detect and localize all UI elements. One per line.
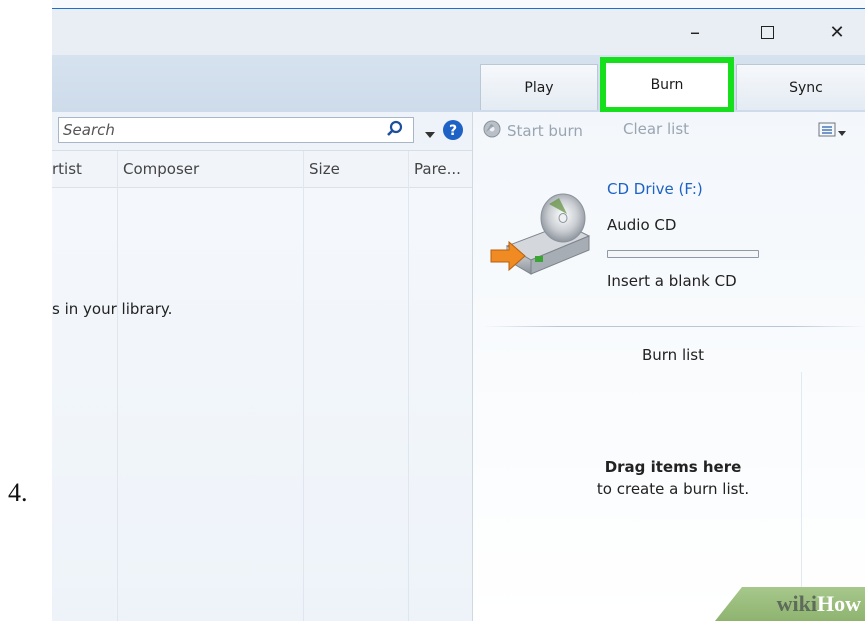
drag-items-subtitle: to create a burn list. [596, 480, 750, 498]
disc-type-label: Audio CD [607, 216, 677, 234]
burn-pane: Start burn Clear list CD Drive (F:) Audi… [472, 112, 865, 621]
burn-list-drop-zone[interactable]: Drag items here to create a burn list. [553, 458, 793, 498]
tab-burn[interactable]: Burn [600, 57, 734, 113]
library-empty-message: s in your library. [52, 300, 173, 318]
media-player-window: – ✕ Play Burn Sync Search ? rtist Compos… [52, 0, 865, 621]
tab-play[interactable]: Play [480, 64, 598, 110]
maximize-button[interactable] [747, 14, 787, 50]
burn-progress-bar [607, 250, 759, 258]
minimize-icon: – [690, 20, 700, 44]
library-column-headers: rtist Composer Size Pare... [52, 151, 472, 188]
title-bar [52, 9, 865, 55]
column-divider [117, 151, 118, 621]
list-options-button[interactable] [818, 122, 846, 141]
column-divider [303, 151, 304, 621]
cd-drive-icon [487, 184, 597, 288]
chevron-down-icon [838, 122, 846, 141]
tab-burn-label: Burn [650, 77, 684, 93]
svg-text:?: ? [449, 123, 457, 139]
watermark-how: How [817, 591, 861, 616]
drag-items-title: Drag items here [604, 458, 742, 476]
tab-sync[interactable]: Sync [736, 64, 865, 110]
pane-divider [483, 326, 865, 327]
drive-status-text: Insert a blank CD [607, 272, 737, 290]
burn-disc-icon [483, 120, 501, 142]
library-search-row: Search ? [52, 112, 472, 151]
burn-list-scroll-divider [801, 372, 802, 621]
column-header-artist[interactable]: rtist [52, 151, 114, 187]
close-button[interactable]: ✕ [817, 14, 857, 50]
clear-list-button[interactable]: Clear list [623, 120, 689, 138]
cd-drive-name[interactable]: CD Drive (F:) [607, 180, 703, 198]
watermark-wiki: wiki [776, 591, 817, 616]
search-icon[interactable] [386, 120, 404, 142]
burn-list-title: Burn list [641, 346, 704, 364]
start-burn-label: Start burn [507, 122, 583, 140]
close-icon: ✕ [829, 21, 845, 43]
start-burn-button[interactable]: Start burn [483, 120, 583, 142]
help-icon[interactable]: ? [442, 119, 464, 145]
search-input[interactable]: Search [58, 117, 414, 143]
list-options-icon [818, 122, 836, 141]
tab-play-label: Play [524, 79, 554, 96]
column-header-size[interactable]: Size [303, 151, 405, 187]
step-number: 4. [8, 478, 28, 507]
column-header-parental[interactable]: Pare... [408, 151, 472, 187]
tab-sync-label: Sync [789, 79, 823, 96]
minimize-button[interactable]: – [675, 14, 715, 50]
column-header-composer[interactable]: Composer [117, 151, 299, 187]
search-options-dropdown-icon[interactable] [424, 125, 436, 144]
burn-toolbar: Start burn Clear list [473, 112, 865, 150]
column-divider [408, 151, 409, 621]
maximize-icon [760, 25, 774, 39]
